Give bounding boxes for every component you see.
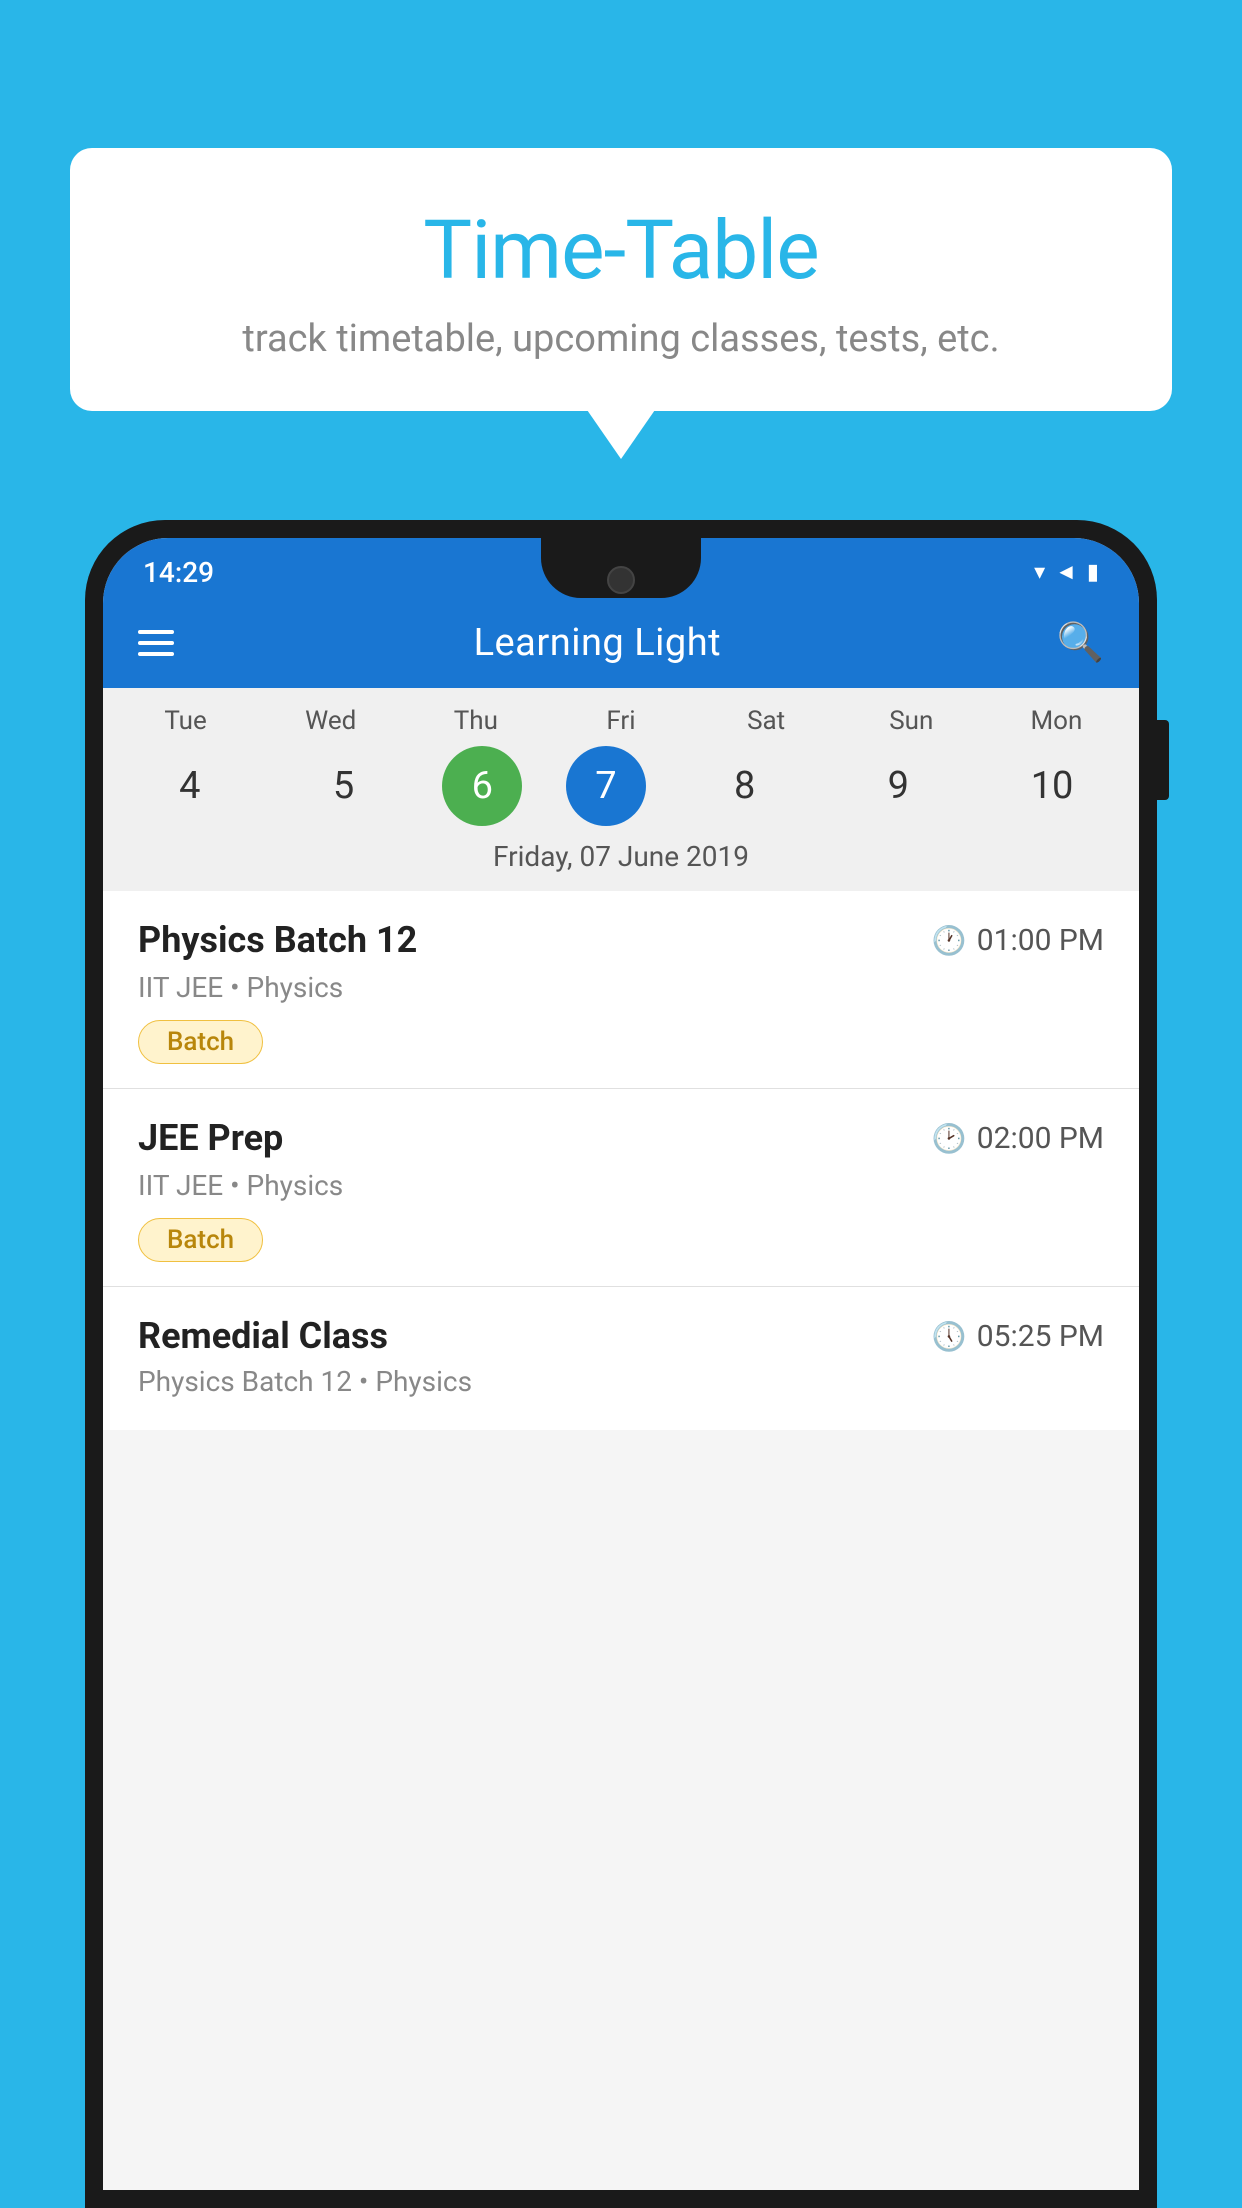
search-icon[interactable]: 🔍	[1057, 621, 1104, 665]
schedule-item-time-value-1: 01:00 PM	[977, 923, 1104, 958]
schedule-item-name-2: JEE Prep	[138, 1117, 283, 1159]
day-5[interactable]: 5	[289, 746, 399, 826]
day-9[interactable]: 9	[843, 746, 953, 826]
phone-outer: 14:29 ▾ ◄ ▮ Learning Light 🔍	[85, 520, 1157, 2208]
day-header-fri: Fri	[566, 706, 676, 736]
speech-bubble-container: Time-Table track timetable, upcoming cla…	[70, 148, 1172, 411]
day-header-wed: Wed	[276, 706, 386, 736]
selected-date-label: Friday, 07 June 2019	[113, 840, 1129, 891]
status-icons: ▾ ◄ ▮	[1034, 559, 1099, 585]
wifi-icon: ▾	[1034, 560, 1045, 585]
phone-container: 14:29 ▾ ◄ ▮ Learning Light 🔍	[85, 520, 1157, 2208]
phone-notch	[541, 538, 701, 598]
schedule-item-time-1: 🕐 01:00 PM	[932, 923, 1104, 958]
bubble-title: Time-Table	[130, 203, 1112, 299]
status-time: 14:29	[143, 556, 214, 589]
day-10[interactable]: 10	[997, 746, 1107, 826]
schedule-item-sub-1: IIT JEE • Physics	[138, 971, 1104, 1004]
schedule-item-header-1: Physics Batch 12 🕐 01:00 PM	[138, 919, 1104, 961]
schedule-item-time-3: 🕔 05:25 PM	[932, 1319, 1104, 1354]
day-header-tue: Tue	[131, 706, 241, 736]
phone-screen: 14:29 ▾ ◄ ▮ Learning Light 🔍	[103, 538, 1139, 2190]
schedule-item-name-1: Physics Batch 12	[138, 919, 417, 961]
day-header-mon: Mon	[1001, 706, 1111, 736]
schedule-item-sub-2: IIT JEE • Physics	[138, 1169, 1104, 1202]
phone-camera	[607, 566, 635, 594]
schedule-item-sub-3: Physics Batch 12 • Physics	[138, 1365, 1104, 1398]
signal-icon: ◄	[1055, 559, 1077, 585]
schedule-item-physics-batch[interactable]: Physics Batch 12 🕐 01:00 PM IIT JEE • Ph…	[103, 891, 1139, 1089]
schedule-item-header-3: Remedial Class 🕔 05:25 PM	[138, 1315, 1104, 1357]
day-numbers: 4 5 6 7 8 9 10	[113, 746, 1129, 826]
batch-badge-2: Batch	[138, 1218, 263, 1262]
calendar-week: Tue Wed Thu Fri Sat Sun Mon 4 5 6 7 8 9 …	[103, 688, 1139, 891]
bubble-subtitle: track timetable, upcoming classes, tests…	[130, 317, 1112, 361]
day-4[interactable]: 4	[135, 746, 245, 826]
day-headers: Tue Wed Thu Fri Sat Sun Mon	[113, 706, 1129, 736]
schedule-item-name-3: Remedial Class	[138, 1315, 388, 1357]
day-header-sat: Sat	[711, 706, 821, 736]
day-6-today[interactable]: 6	[442, 746, 522, 826]
clock-icon-1: 🕐	[932, 924, 967, 957]
day-header-thu: Thu	[421, 706, 531, 736]
app-bar: Learning Light 🔍	[103, 598, 1139, 688]
schedule-item-jee-prep[interactable]: JEE Prep 🕑 02:00 PM IIT JEE • Physics Ba…	[103, 1089, 1139, 1287]
speech-bubble: Time-Table track timetable, upcoming cla…	[70, 148, 1172, 411]
schedule-list: Physics Batch 12 🕐 01:00 PM IIT JEE • Ph…	[103, 891, 1139, 1430]
battery-icon: ▮	[1087, 560, 1099, 585]
schedule-item-header-2: JEE Prep 🕑 02:00 PM	[138, 1117, 1104, 1159]
schedule-item-time-value-2: 02:00 PM	[977, 1121, 1104, 1156]
clock-icon-2: 🕑	[932, 1122, 967, 1155]
schedule-item-time-2: 🕑 02:00 PM	[932, 1121, 1104, 1156]
schedule-item-time-value-3: 05:25 PM	[977, 1319, 1104, 1354]
clock-icon-3: 🕔	[932, 1320, 967, 1353]
day-7-selected[interactable]: 7	[566, 746, 646, 826]
day-header-sun: Sun	[856, 706, 966, 736]
schedule-item-remedial[interactable]: Remedial Class 🕔 05:25 PM Physics Batch …	[103, 1287, 1139, 1430]
day-8[interactable]: 8	[690, 746, 800, 826]
batch-badge-1: Batch	[138, 1020, 263, 1064]
app-title: Learning Light	[138, 621, 1057, 665]
